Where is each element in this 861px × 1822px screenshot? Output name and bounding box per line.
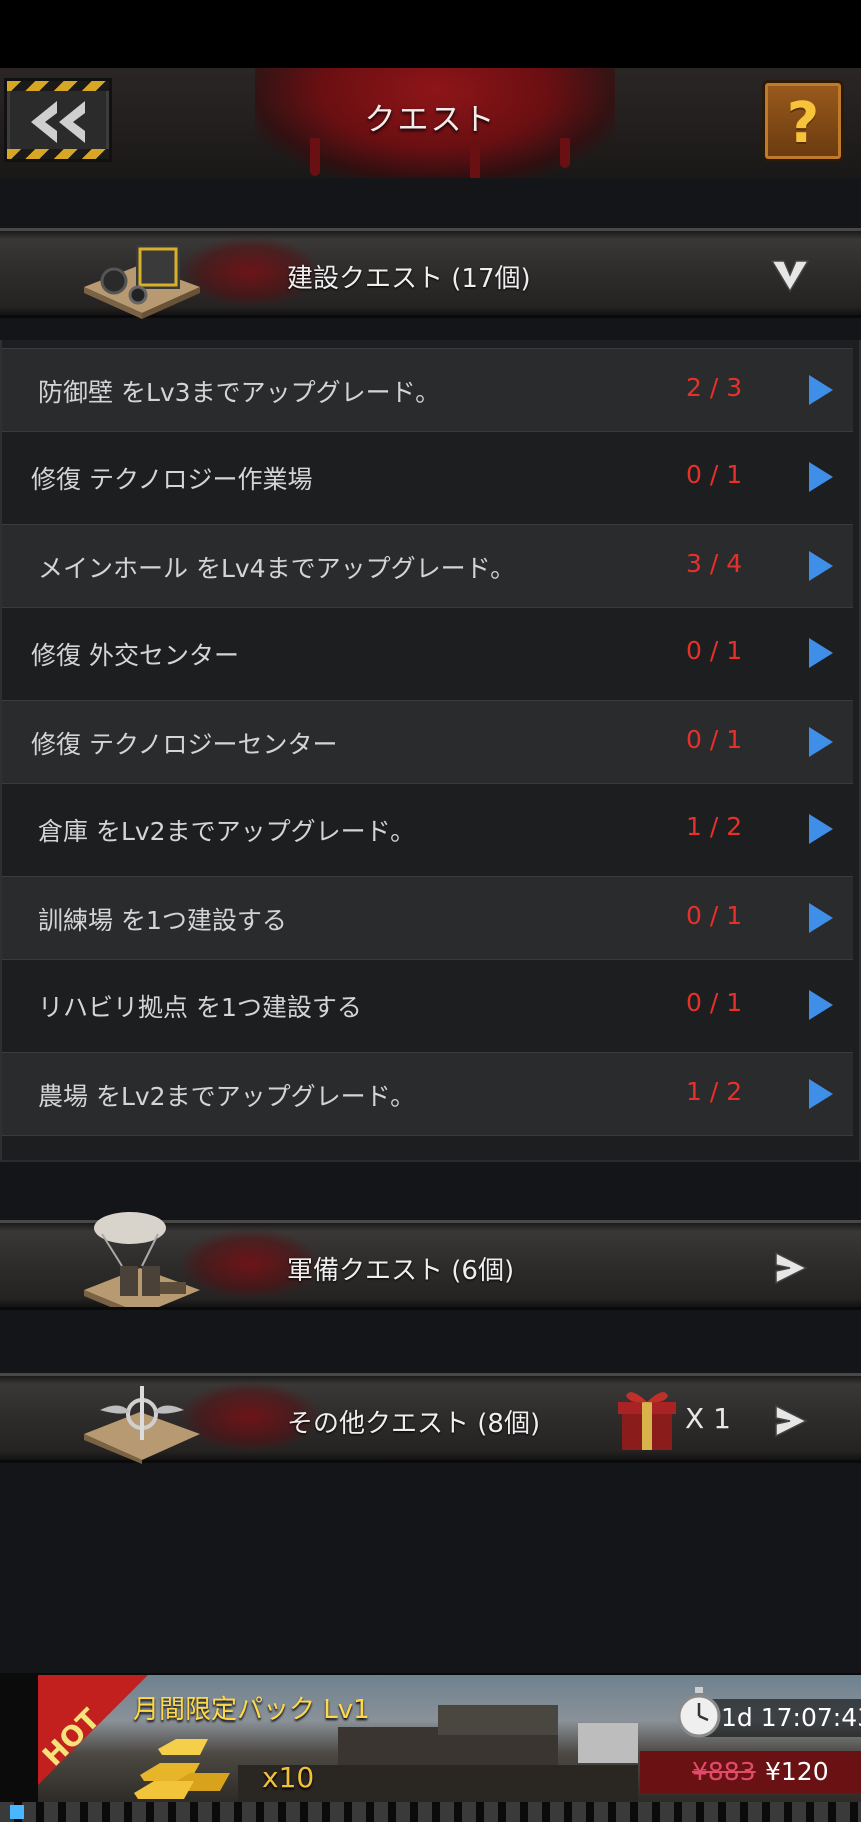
play-arrow-icon[interactable] [809,727,833,757]
play-arrow-icon[interactable] [809,462,833,492]
quest-label: 訓練場 を1つ建設する [38,906,287,935]
quest-row[interactable]: 防御壁 をLv3までアップグレード。 2 / 3 [2,348,853,432]
quest-row[interactable]: 修復 テクノロジー作業場 0 / 1 [2,436,853,520]
quest-label: 修復 テクノロジー作業場 [31,465,313,494]
quest-progress: 3 / 4 [686,549,743,578]
quest-row[interactable]: 倉庫 をLv2までアップグレード。 1 / 2 [2,788,853,872]
play-arrow-icon[interactable] [809,814,833,844]
scene-building [578,1723,638,1763]
quest-list: 防御壁 をLv3までアップグレード。 2 / 3 修復 テクノロジー作業場 0 … [0,340,861,1162]
section-count: (6個) [451,1256,515,1286]
quest-label: 倉庫 をLv2までアップグレード。 [38,817,416,846]
promo-banner[interactable]: HOT 月間限定パック Lv1 x10 1d 17:07:43 ¥883 ¥12… [0,1673,861,1822]
gold-bars-icon [134,1739,230,1799]
quest-row[interactable]: 農場 をLv2までアップグレード。 1 / 2 [2,1052,853,1136]
quest-label: 修復 テクノロジーセンター [31,730,338,759]
stopwatch-icon [677,1687,721,1738]
quest-progress: 1 / 2 [686,1077,743,1106]
hazard-stripe [7,81,109,91]
status-bar [0,0,861,68]
construction-icon [84,245,200,319]
banner-pagination-active[interactable] [10,1805,24,1819]
quest-progress: 1 / 2 [686,812,743,841]
scene-building [438,1705,558,1735]
quest-label: 修復 外交センター [31,641,239,670]
section-title-text: 軍備クエスト [287,1256,444,1286]
question-mark-icon: ? [786,91,820,156]
old-price: ¥883 [692,1757,756,1786]
gift-box-icon [618,1392,676,1450]
emblem-icon [84,1386,200,1464]
header: クエスト [0,68,861,178]
section-other-header[interactable]: その他クエスト (8個) X 1 [0,1373,861,1464]
quest-progress: 0 / 1 [686,460,743,489]
section-other-title: その他クエスト (8個) [287,1403,540,1440]
section-military-title: 軍備クエスト (6個) [287,1250,514,1287]
quest-label: 防御壁 をLv3までアップグレード。 [38,378,441,407]
play-arrow-icon[interactable] [809,903,833,933]
blood-drip [310,138,320,176]
banner-pagination [0,1802,861,1822]
page-title: クエスト [364,102,497,138]
quest-label: 農場 をLv2までアップグレード。 [38,1082,416,1111]
pack-title: 月間限定パック Lv1 [133,1695,370,1725]
new-price: ¥120 [765,1757,829,1786]
section-military-header[interactable]: 軍備クエスト (6個) [0,1212,861,1310]
quest-progress: 0 / 1 [686,725,743,754]
play-arrow-icon[interactable] [809,1079,833,1109]
quest-row[interactable]: リハビリ拠点 を1つ建設する 0 / 1 [2,964,853,1048]
supply-drop-icon [84,1212,200,1307]
quest-label: リハビリ拠点 を1つ建設する [38,993,362,1022]
chevron-down-icon [770,260,810,293]
quest-row[interactable]: メインホール をLv4までアップグレード。 3 / 4 [2,524,853,608]
play-arrow-icon[interactable] [809,551,833,581]
quest-row[interactable]: 修復 外交センター 0 / 1 [2,612,853,696]
quest-progress: 0 / 1 [686,988,743,1017]
blood-drip [560,138,570,168]
blood-drip [470,138,480,178]
section-construction-title: 建設クエスト (17個) [287,258,531,295]
help-button[interactable]: ? [762,80,844,162]
quest-progress: 2 / 3 [686,373,743,402]
section-title-text: その他クエスト [287,1409,470,1439]
chevron-right-icon [775,1404,808,1438]
section-title-text: 建設クエスト [287,264,444,294]
back-button[interactable] [4,78,112,162]
quest-label: メインホール をLv4までアップグレード。 [38,554,516,583]
section-construction-header[interactable]: 建設クエスト (17個) [0,228,861,319]
pack-timer: 1d 17:07:43 [721,1703,861,1732]
pack-quantity: x10 [262,1761,315,1794]
back-arrows-icon [31,101,85,143]
play-arrow-icon[interactable] [809,638,833,668]
quest-row[interactable]: 訓練場 を1つ建設する 0 / 1 [2,876,853,960]
hazard-stripe [7,149,109,159]
quest-row[interactable]: 修復 テクノロジーセンター 0 / 1 [2,700,853,784]
play-arrow-icon[interactable] [809,375,833,405]
section-count: (8個) [477,1409,541,1439]
quest-progress: 0 / 1 [686,901,743,930]
section-count: (17個) [451,264,531,294]
chevron-right-icon [775,1251,808,1285]
play-arrow-icon[interactable] [809,990,833,1020]
reward-count: X 1 [685,1402,731,1435]
quest-progress: 0 / 1 [686,636,743,665]
